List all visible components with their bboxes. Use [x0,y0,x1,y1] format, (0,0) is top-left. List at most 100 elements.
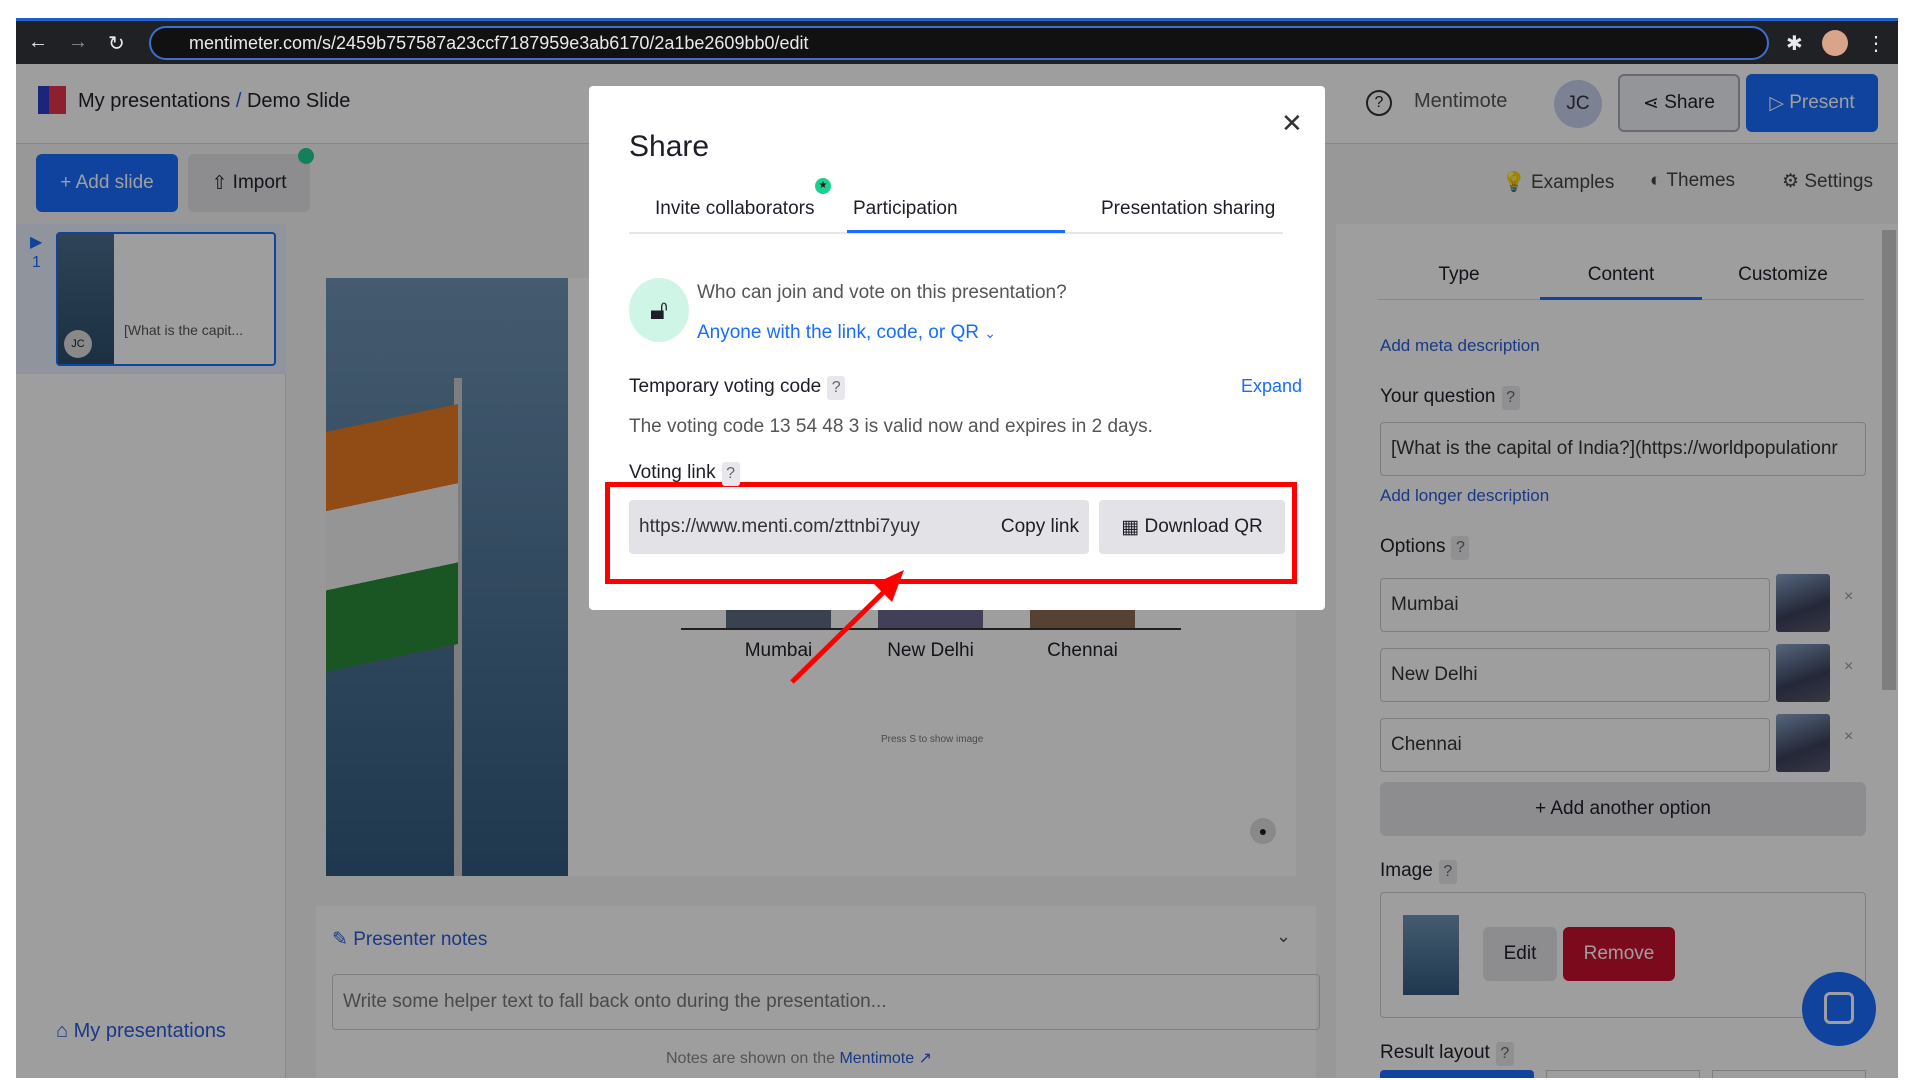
tab-content[interactable]: Content [1540,264,1702,300]
question-value: [What is the capital of India?](https://… [1391,438,1838,459]
temp-code-text: Temporary voting code [629,376,822,397]
scrollbar[interactable] [1882,230,1896,690]
remove-option-icon[interactable]: × [1844,728,1853,746]
image-label: Image? [1380,860,1457,884]
help-icon[interactable]: ? [1438,860,1457,884]
edit-label: Edit [1503,943,1537,964]
breadcrumb-root[interactable]: My presentations [78,90,230,112]
themes-label: Themes [1666,170,1736,191]
breadcrumb-current[interactable]: Demo Slide [247,90,350,112]
extensions-icon[interactable]: ✱ [1786,31,1803,56]
play-icon: ▷ [1769,92,1790,114]
import-label: Import [232,172,287,193]
share-button[interactable]: ⋖ Share [1618,74,1740,132]
presenter-notes-input[interactable]: Write some helper text to fall back onto… [332,974,1320,1030]
option-image[interactable] [1776,574,1830,632]
voting-link-text: Voting link [629,462,716,483]
tab-invite-collaborators[interactable]: Invite collaborators [655,198,814,220]
help-icon[interactable]: ? [1501,386,1520,410]
temp-code-label: Temporary voting code? [629,376,846,400]
help-icon[interactable]: ? [827,376,846,400]
active-tab-indicator [847,230,1065,233]
settings-panel: Type Content Customize Add meta descript… [1336,224,1898,1078]
remove-image-button[interactable]: Remove [1563,927,1675,981]
layout-option[interactable] [1546,1070,1700,1078]
tab-presentation-sharing[interactable]: Presentation sharing [1101,198,1275,220]
layout-option[interactable] [1712,1070,1866,1078]
settings-button[interactable]: ⚙ Settings [1782,170,1873,193]
user-avatar[interactable]: JC [1554,80,1602,128]
voting-link-label: Voting link? [629,462,740,486]
option-input[interactable]: Chennai [1380,718,1770,772]
slide-thumbnail-row[interactable]: ▶ 1 JC [What is the capit... [16,224,286,374]
add-option-label: + Add another option [1535,798,1711,819]
help-icon[interactable]: ? [721,462,740,486]
examples-label: Examples [1530,172,1615,193]
menu-icon[interactable]: ⋮ [1866,31,1886,56]
play-marker-icon: ▶ [30,234,43,251]
slide-thumbnail[interactable]: JC [What is the capit... [56,232,276,366]
chevron-down-icon[interactable]: ⌄ [1276,926,1291,947]
help-icon[interactable]: ? [1451,536,1470,560]
tab-participation[interactable]: Participation [853,198,958,220]
download-qr-label: Download QR [1144,516,1263,537]
chart-label: Mumbai [744,640,813,661]
presenter-notes-title: Presenter notes [353,929,488,950]
my-presentations-link[interactable]: ⌂ My presentations [56,1020,226,1043]
your-question-text: Your question [1380,386,1496,407]
tab-type[interactable]: Type [1378,264,1540,286]
help-icon[interactable]: ? [1366,90,1392,116]
themes-button[interactable]: ◐ Themes [1650,170,1735,192]
reload-icon[interactable]: ↻ [108,31,125,56]
who-can-join-label: Who can join and vote on this presentati… [697,282,1067,303]
tab-customize[interactable]: Customize [1702,264,1864,286]
presenter-notes-toggle[interactable]: ✎ Presenter notes [332,928,487,951]
remove-option-icon[interactable]: × [1844,658,1853,676]
chat-widget-button[interactable] [1802,972,1876,1046]
copy-link-button[interactable]: Copy link [1001,500,1079,554]
import-button[interactable]: ⇧ Import [188,154,310,212]
participant-icon[interactable]: ● [1250,818,1276,844]
option-value: New Delhi [1391,664,1478,685]
mentimeter-logo[interactable] [38,86,66,114]
option-value: Mumbai [1391,594,1459,615]
option-input[interactable]: New Delhi [1380,648,1770,702]
chart-baseline [681,628,1181,630]
address-bar[interactable]: mentimeter.com/s/2459b757587a23ccf718795… [149,26,1769,60]
slide-sidebar: ▶ 1 JC [What is the capit... ⌂ My presen… [16,224,286,1078]
add-meta-description-link[interactable]: Add meta description [1380,336,1540,356]
edit-image-button[interactable]: Edit [1483,927,1557,981]
remove-label: Remove [1583,943,1655,964]
browser-window: ← → ↻ mentimeter.com/s/2459b757587a23ccf… [16,18,1898,1078]
help-icon[interactable]: ? [1495,1042,1514,1066]
voting-code-text: The voting code 13 54 48 3 is valid now … [629,416,1153,437]
profile-avatar[interactable] [1822,30,1848,56]
option-image[interactable] [1776,714,1830,772]
mentimote-link[interactable]: Mentimote [1414,90,1507,113]
back-icon[interactable]: ← [28,31,48,54]
panel-tabs: Type Content Customize [1378,264,1864,300]
add-option-button[interactable]: + Add another option [1380,782,1866,836]
present-button[interactable]: ▷ Present [1746,74,1878,132]
download-qr-button[interactable]: ▦ Download QR [1099,500,1285,554]
examples-button[interactable]: 💡 Examples [1502,170,1614,194]
add-longer-description-link[interactable]: Add longer description [1380,486,1549,506]
access-dropdown[interactable]: Anyone with the link, code, or QR ⌄ [697,322,996,344]
add-slide-button[interactable]: + Add slide [36,154,178,212]
voting-link-field[interactable]: https://www.menti.com/zttnbi7yuy Copy li… [629,500,1089,554]
upload-icon: ⇧ [211,172,233,194]
forward-icon[interactable]: → [68,31,88,54]
expand-link[interactable]: Expand [1241,376,1302,397]
mentimote-footer-link[interactable]: Mentimote [839,1050,914,1067]
question-input[interactable]: [What is the capital of India?](https://… [1380,422,1866,476]
share-dialog: Share ✕ Invite collaborators ★ Participa… [589,86,1325,610]
browser-toolbar: ← → ↻ mentimeter.com/s/2459b757587a23ccf… [16,18,1898,64]
option-input[interactable]: Mumbai [1380,578,1770,632]
layout-option[interactable] [1380,1070,1534,1078]
remove-option-icon[interactable]: × [1844,588,1853,606]
close-icon[interactable]: ✕ [1281,108,1303,139]
image-preview [1403,915,1459,995]
present-label: Present [1789,92,1855,113]
option-image[interactable] [1776,644,1830,702]
press-s-hint: Press S to show image [881,734,984,745]
